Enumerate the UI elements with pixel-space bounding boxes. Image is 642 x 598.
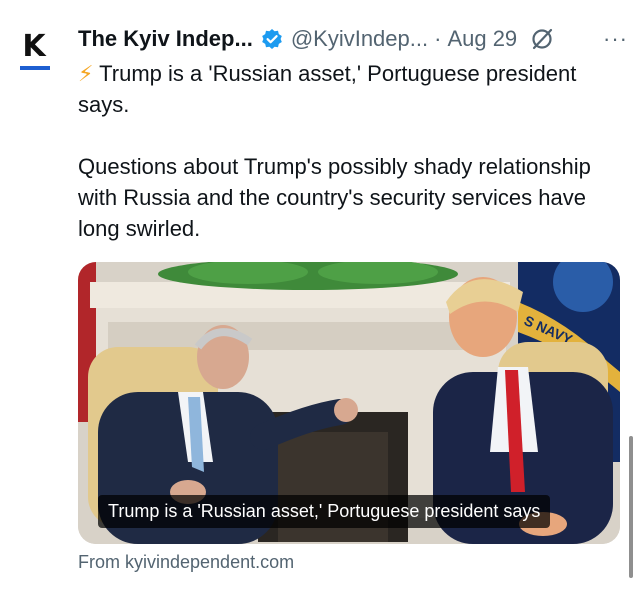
card-caption: Trump is a 'Russian asset,' Portuguese p… (98, 495, 551, 528)
tweet-date[interactable]: Aug 29 (447, 26, 517, 52)
tweet-paragraph: Questions about Trump's possibly shady r… (78, 154, 591, 241)
tweet-headline: Trump is a 'Russian asset,' Portuguese p… (78, 61, 577, 117)
tweet-text: ⚡ Trump is a 'Russian asset,' Portuguese… (78, 58, 626, 244)
account-name[interactable]: The Kyiv Indep... (78, 26, 253, 52)
tweet-header: The Kyiv Indep... @KyivIndep... · Aug 29… (78, 24, 628, 54)
avatar-letter: K (22, 29, 46, 64)
tweet-headline-line: ⚡ Trump is a 'Russian asset,' Portuguese… (78, 58, 626, 120)
lightning-bolt-icon: ⚡ (78, 61, 94, 86)
link-card[interactable]: S NAVY Trump is a 'Russian asset,' Portu… (78, 262, 620, 544)
separator-dot: · (434, 26, 442, 51)
card-source-link[interactable]: From kyivindependent.com (78, 552, 294, 573)
avatar[interactable]: K (12, 30, 56, 74)
avatar-underline (20, 66, 50, 70)
account-handle[interactable]: @KyivIndep... (291, 26, 428, 52)
verified-badge-icon (261, 28, 283, 50)
scrollbar[interactable] (629, 436, 633, 578)
more-icon[interactable]: ··· (603, 26, 628, 52)
grok-icon[interactable] (529, 26, 555, 52)
